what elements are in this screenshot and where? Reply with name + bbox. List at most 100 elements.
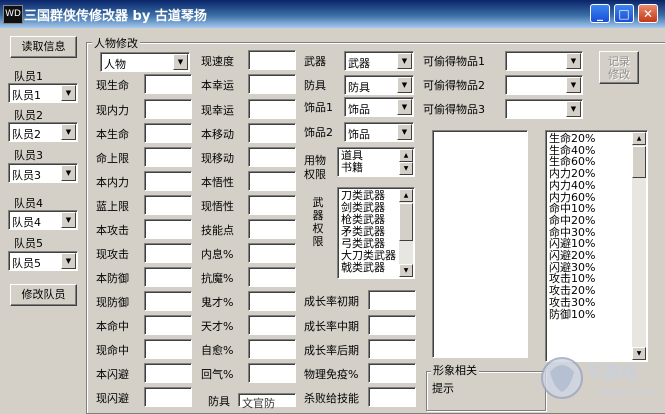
growth-input[interactable]: [368, 363, 416, 383]
list-item[interactable]: 闪避20%: [549, 250, 595, 262]
stat-input[interactable]: [144, 267, 192, 287]
scrollbar-thumb[interactable]: [399, 203, 413, 241]
stat-input[interactable]: [248, 99, 296, 119]
list-item[interactable]: 防御10%: [549, 308, 595, 321]
chevron-down-icon[interactable]: ▼: [566, 77, 581, 93]
stat-input[interactable]: [248, 363, 296, 383]
chevron-down-icon[interactable]: ▼: [397, 77, 412, 93]
bonus-list[interactable]: 生命20% 生命40% 生命60% 内力20% 内力40% 内力60% 命中10% 命中20%…: [545, 130, 648, 362]
stat-input[interactable]: [248, 219, 296, 239]
stat-input[interactable]: [144, 74, 192, 94]
growth-input[interactable]: [368, 315, 416, 335]
stealable-label: 可偷得物品3: [423, 103, 485, 116]
member-4-select[interactable]: 队员4 ▼: [8, 210, 78, 230]
stat-input[interactable]: [248, 243, 296, 263]
stat-input[interactable]: [144, 363, 192, 383]
stat-input[interactable]: [248, 291, 296, 311]
chevron-down-icon[interactable]: ▼: [173, 54, 188, 70]
item-permission-list[interactable]: 道具 书籍 ▲ ▼: [337, 147, 415, 177]
stat-input[interactable]: [144, 243, 192, 263]
weapon-permission-list[interactable]: 刀类武器 剑类武器 枪类武器 矛类武器 弓类武器 大刀类武器 戟类武器 ▲ ▼: [337, 187, 415, 279]
scrollbar-thumb[interactable]: [632, 146, 646, 178]
maximize-icon[interactable]: □: [614, 4, 634, 23]
equip-select[interactable]: 武器 ▼: [344, 51, 414, 71]
member-5-select[interactable]: 队员5 ▼: [8, 251, 78, 271]
stat-input[interactable]: [144, 99, 192, 119]
scroll-down-icon[interactable]: ▼: [399, 162, 413, 175]
stealable-select[interactable]: ▼: [505, 99, 583, 119]
record-modify-button[interactable]: 记录修改: [599, 51, 639, 84]
list-item[interactable]: 书籍: [341, 162, 363, 174]
stealable-select[interactable]: ▼: [505, 51, 583, 71]
equip-label: 饰品1: [304, 101, 333, 114]
equip-select[interactable]: 饰品 ▼: [344, 97, 414, 117]
member-3-select[interactable]: 队员3 ▼: [8, 163, 78, 183]
list-item[interactable]: 命中20%: [549, 215, 595, 227]
watermark-url: newyx.net: [598, 386, 656, 399]
list-item[interactable]: 戟类武器: [341, 262, 396, 274]
stealable-label: 可偷得物品1: [423, 55, 485, 68]
stat-input[interactable]: [248, 267, 296, 287]
stat-label: 现内力: [96, 104, 129, 117]
chevron-down-icon[interactable]: ▼: [61, 253, 76, 269]
scroll-down-icon[interactable]: ▼: [399, 264, 413, 277]
chevron-down-icon[interactable]: ▼: [61, 165, 76, 181]
stat-label: 天才%: [201, 320, 234, 333]
equip-label: 饰品2: [304, 126, 333, 139]
chevron-down-icon[interactable]: ▼: [566, 101, 581, 117]
scroll-up-icon[interactable]: ▲: [399, 149, 413, 162]
scroll-up-icon[interactable]: ▲: [399, 189, 413, 202]
stat-input[interactable]: [248, 74, 296, 94]
growth-input[interactable]: [368, 387, 416, 407]
equip-select[interactable]: 饰品 ▼: [344, 122, 414, 142]
scroll-up-icon[interactable]: ▲: [632, 132, 646, 145]
character-group-title: 人物修改: [92, 35, 140, 51]
chevron-down-icon[interactable]: ▼: [397, 99, 412, 115]
stat-input[interactable]: [248, 147, 296, 167]
member-1-select[interactable]: 队员1 ▼: [8, 83, 78, 103]
stat-input[interactable]: [144, 291, 192, 311]
member-1-label: 队员1: [14, 70, 43, 83]
stat-input[interactable]: [248, 339, 296, 359]
stat-input[interactable]: [248, 315, 296, 335]
stat-input[interactable]: [144, 147, 192, 167]
stat-label: 现幸运: [201, 104, 234, 117]
stealable-select[interactable]: ▼: [505, 75, 583, 95]
watermark-logo-icon: 牛游戏 newyx.net: [541, 357, 656, 399]
stat-input[interactable]: [144, 123, 192, 143]
list-item[interactable]: 生命20%: [549, 133, 595, 145]
modify-member-button[interactable]: 修改队员: [10, 284, 77, 306]
stat-input[interactable]: [248, 123, 296, 143]
stat-label: 本内力: [96, 176, 129, 189]
stat-label: 蓝上限: [96, 200, 129, 213]
chevron-down-icon[interactable]: ▼: [566, 53, 581, 69]
stat-input[interactable]: [248, 195, 296, 215]
equip-select[interactable]: 防具 ▼: [344, 75, 414, 95]
chevron-down-icon[interactable]: ▼: [397, 124, 412, 140]
close-icon[interactable]: ✕: [638, 4, 658, 23]
stat-label: 鬼才%: [201, 296, 234, 309]
stat-input[interactable]: [248, 171, 296, 191]
character-type-select[interactable]: 人物 ▼: [100, 52, 190, 72]
stat-input[interactable]: [144, 171, 192, 191]
list-item[interactable]: 内力40%: [549, 180, 595, 192]
chevron-down-icon[interactable]: ▼: [61, 212, 76, 228]
chevron-down-icon[interactable]: ▼: [397, 53, 412, 69]
stat-input[interactable]: [144, 387, 192, 407]
chevron-down-icon[interactable]: ▼: [61, 124, 76, 140]
growth-input[interactable]: [368, 339, 416, 359]
stealable-label: 可偷得物品2: [423, 79, 485, 92]
stat-label: 现攻击: [96, 248, 129, 261]
chevron-down-icon[interactable]: ▼: [61, 85, 76, 101]
member-2-select[interactable]: 队员2 ▼: [8, 122, 78, 142]
list-item[interactable]: 攻击30%: [549, 297, 595, 309]
growth-input[interactable]: [368, 290, 416, 310]
stat-input[interactable]: [144, 339, 192, 359]
stat-input[interactable]: [144, 195, 192, 215]
stat-input[interactable]: [144, 219, 192, 239]
stat-input[interactable]: [248, 50, 296, 70]
minimize-icon[interactable]: _: [590, 4, 610, 23]
stat-input[interactable]: [144, 315, 192, 335]
read-info-button[interactable]: 读取信息: [10, 36, 77, 58]
item-list-box[interactable]: [432, 130, 528, 358]
